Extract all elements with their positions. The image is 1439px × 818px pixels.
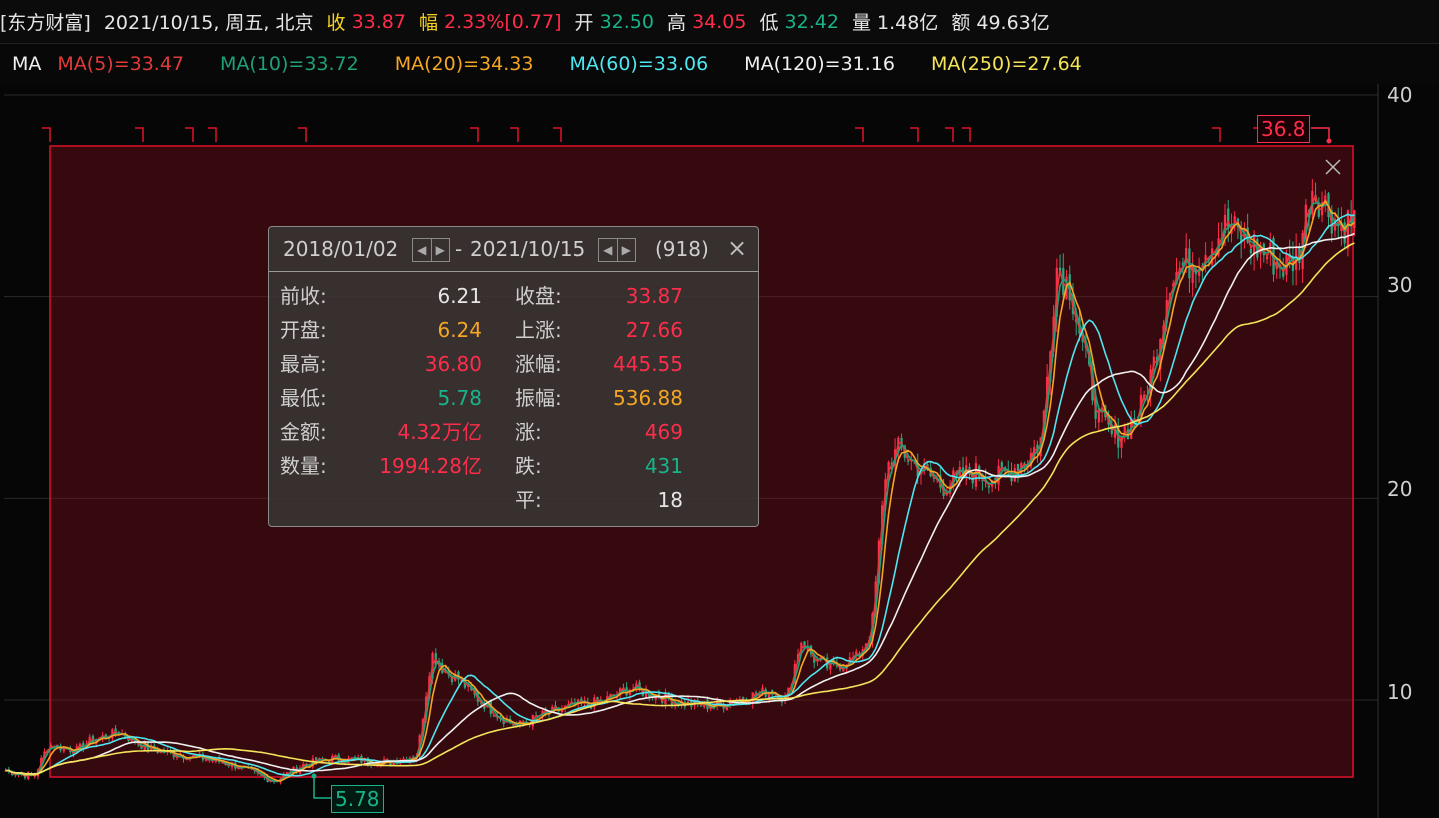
volume-value: 1.48亿 bbox=[877, 12, 939, 34]
ma120-legend: MA(120)=31.16 bbox=[744, 53, 895, 75]
close-value: 33.87 bbox=[351, 10, 406, 33]
chevron-left-icon[interactable]: ◀ bbox=[599, 239, 618, 261]
open-label: 开 bbox=[574, 12, 594, 34]
ma60-legend: MA(60)=33.06 bbox=[569, 53, 709, 75]
low-label: 低 bbox=[759, 12, 779, 34]
chevron-right-icon[interactable]: ▶ bbox=[618, 239, 636, 261]
stat-value: 36.80 bbox=[424, 352, 482, 376]
max-marker-dot bbox=[1326, 138, 1332, 144]
low-value: 32.42 bbox=[784, 10, 839, 33]
stat-label: 开盘: bbox=[280, 318, 327, 342]
stat-value: 18 bbox=[657, 488, 683, 512]
min-marker-dot bbox=[311, 773, 317, 779]
stock-name: [东方财富] bbox=[0, 12, 91, 34]
ma10-legend: MA(10)=33.72 bbox=[220, 53, 359, 75]
popup-header: 2018/01/02 ◀ ▶ - 2021/10/15 ◀ ▶ (918) × bbox=[269, 227, 758, 272]
open-value: 32.50 bbox=[599, 10, 654, 33]
stat-value: 27.66 bbox=[625, 318, 683, 342]
stat-value: 536.88 bbox=[613, 386, 683, 410]
candle-body bbox=[987, 485, 991, 488]
ma-legend-bar: MA MA(5)=33.47 MA(10)=33.72 MA(20)=34.33… bbox=[0, 44, 1439, 84]
candle-body bbox=[1249, 248, 1253, 254]
quote-date: 2021/10/15, 周五, 北京 bbox=[103, 12, 314, 34]
chevron-left-icon[interactable]: ◀ bbox=[413, 239, 432, 261]
ma5-legend: MA(5)=33.47 bbox=[57, 53, 185, 75]
date-separator: - bbox=[455, 237, 463, 261]
ma-indicator-label[interactable]: MA bbox=[12, 53, 41, 75]
stat-value: 431 bbox=[644, 454, 683, 478]
stat-value bbox=[364, 486, 482, 514]
y-tick-label: 20 bbox=[1387, 477, 1413, 501]
stat-label: 数量: bbox=[280, 454, 327, 478]
end-date: 2021/10/15 bbox=[470, 237, 586, 261]
stat-value: 469 bbox=[644, 420, 683, 444]
close-icon[interactable]: × bbox=[727, 236, 747, 260]
ma20-legend: MA(20)=34.33 bbox=[394, 53, 534, 75]
stat-value: 445.55 bbox=[613, 352, 683, 376]
change-abs: [0.77] bbox=[504, 10, 562, 33]
stat-label: 最低: bbox=[280, 386, 327, 410]
bar-count: (918) bbox=[655, 237, 709, 261]
stat-value: 4.32万亿 bbox=[397, 420, 482, 444]
close-label: 收 bbox=[326, 12, 346, 34]
start-date: 2018/01/02 bbox=[283, 237, 399, 261]
y-tick-label: 30 bbox=[1387, 273, 1413, 297]
candle-body bbox=[906, 460, 910, 462]
max-price-marker: 36.8 bbox=[1257, 115, 1310, 143]
stat-value: 5.78 bbox=[437, 386, 482, 410]
change-pct: 2.33% bbox=[444, 10, 505, 33]
amount-value: 49.63亿 bbox=[976, 12, 1050, 34]
range-stats-popup: 2018/01/02 ◀ ▶ - 2021/10/15 ◀ ▶ (918) × … bbox=[268, 226, 759, 527]
stat-label bbox=[280, 486, 370, 514]
min-price-marker: 5.78 bbox=[331, 785, 384, 813]
amount-label: 额 bbox=[951, 12, 971, 34]
start-date-stepper[interactable]: ◀ ▶ bbox=[412, 238, 450, 262]
high-label: 高 bbox=[667, 12, 687, 34]
stat-value: 33.87 bbox=[625, 284, 683, 308]
stat-label: 最高: bbox=[280, 352, 327, 376]
y-tick-label: 10 bbox=[1387, 680, 1413, 704]
change-label: 幅 bbox=[418, 12, 438, 34]
stat-label: 前收: bbox=[280, 284, 327, 308]
stat-value: 6.24 bbox=[437, 318, 482, 342]
y-tick-label: 40 bbox=[1387, 83, 1413, 107]
stat-label: 金额: bbox=[280, 420, 327, 444]
stat-value: 1994.28亿 bbox=[379, 454, 482, 478]
chevron-right-icon[interactable]: ▶ bbox=[432, 239, 450, 261]
stat-value: 6.21 bbox=[437, 284, 482, 308]
quote-info-bar: [东方财富] 2021/10/15, 周五, 北京 收 33.87 幅 2.33… bbox=[0, 0, 1439, 44]
volume-label: 量 bbox=[851, 12, 871, 34]
high-value: 34.05 bbox=[692, 10, 747, 33]
ma250-legend: MA(250)=27.64 bbox=[930, 53, 1082, 75]
end-date-stepper[interactable]: ◀ ▶ bbox=[598, 238, 636, 262]
